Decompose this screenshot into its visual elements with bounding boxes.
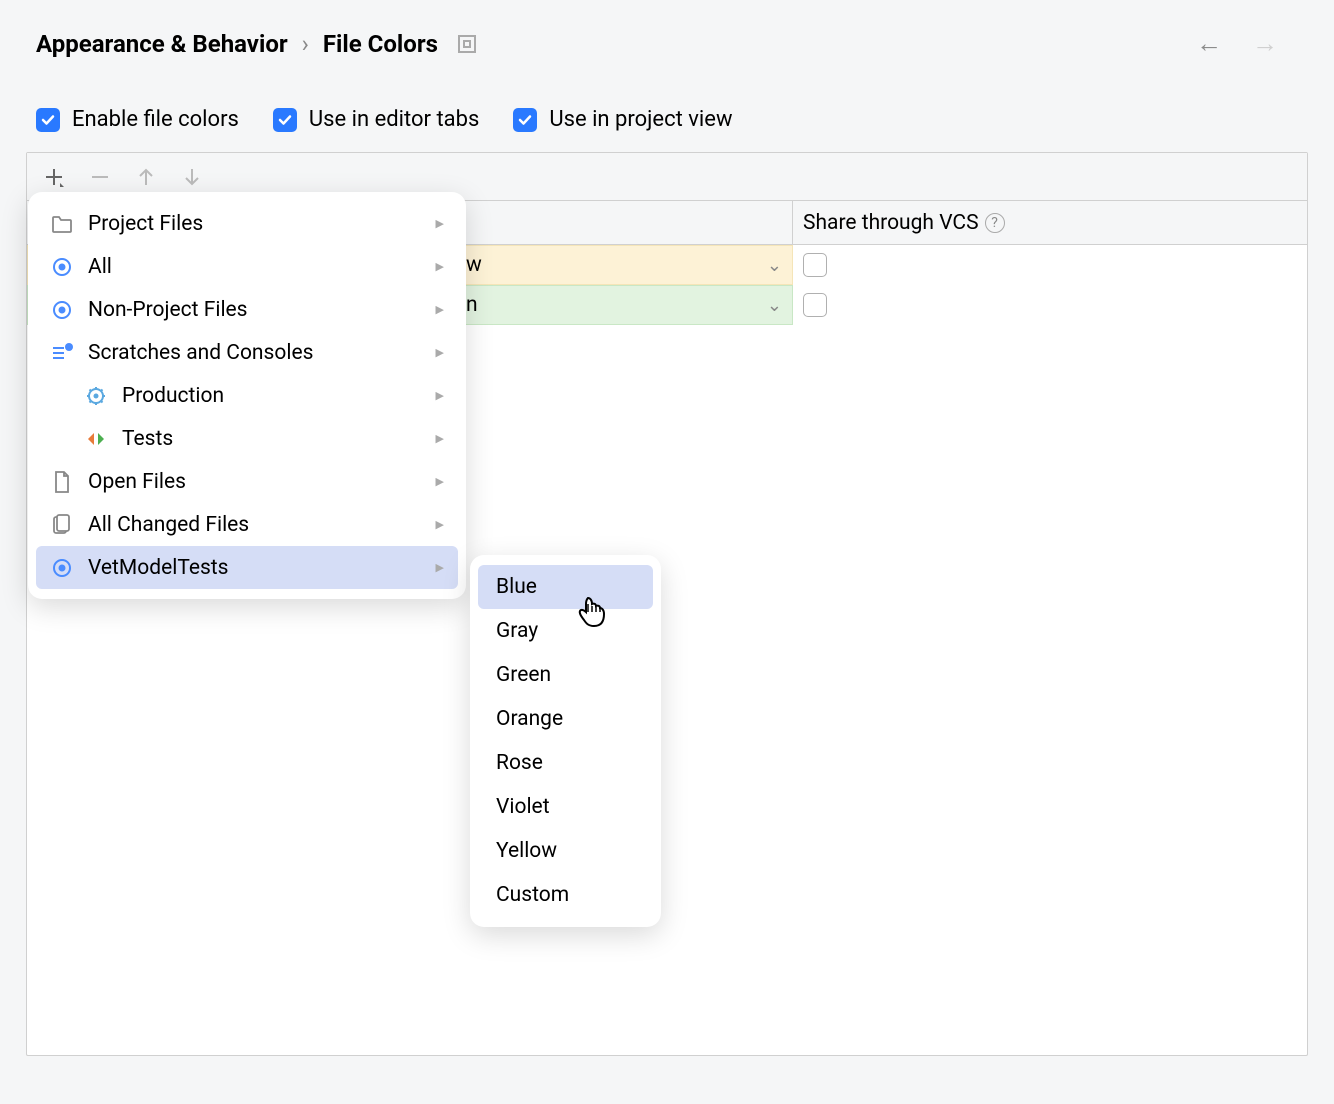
scope-item-project-files[interactable]: Project Files ▶ bbox=[28, 202, 466, 245]
row-text-trail: n bbox=[466, 293, 478, 317]
chevron-right-icon: ▶ bbox=[436, 475, 444, 488]
menu-label: All Changed Files bbox=[88, 513, 249, 537]
color-label: Violet bbox=[496, 795, 550, 819]
scope-item-scratches[interactable]: Scratches and Consoles ▶ bbox=[28, 331, 466, 374]
chevron-down-icon[interactable]: ⌄ bbox=[767, 295, 782, 316]
reset-icon[interactable] bbox=[458, 35, 476, 53]
menu-label: Open Files bbox=[88, 470, 186, 494]
chevron-right-icon: ▶ bbox=[436, 260, 444, 273]
scope-popup-menu: Project Files ▶ All ▶ Non-Project Files … bbox=[28, 192, 466, 599]
breadcrumb-current: File Colors bbox=[323, 30, 438, 58]
color-item-gray[interactable]: Gray bbox=[478, 609, 653, 653]
scope-item-changed-files[interactable]: All Changed Files ▶ bbox=[28, 503, 466, 546]
options-row: Enable file colors Use in editor tabs Us… bbox=[0, 59, 1334, 132]
move-down-button[interactable] bbox=[181, 166, 203, 188]
gear-icon bbox=[84, 384, 108, 408]
color-label: Blue bbox=[496, 575, 537, 599]
breadcrumb: Appearance & Behavior › File Colors bbox=[36, 30, 476, 58]
color-item-orange[interactable]: Orange bbox=[478, 697, 653, 741]
menu-label: VetModelTests bbox=[88, 556, 229, 580]
breadcrumb-parent[interactable]: Appearance & Behavior bbox=[36, 30, 288, 58]
chevron-right-icon: ▶ bbox=[436, 303, 444, 316]
checkbox-checked-icon bbox=[513, 108, 537, 132]
scratches-icon bbox=[50, 341, 74, 365]
target-icon bbox=[50, 298, 74, 322]
move-up-button[interactable] bbox=[135, 166, 157, 188]
chevron-right-icon: ▶ bbox=[436, 346, 444, 359]
checkbox-checked-icon bbox=[273, 108, 297, 132]
back-arrow-icon[interactable]: ← bbox=[1196, 28, 1222, 59]
breadcrumb-sep: › bbox=[302, 30, 309, 58]
chevron-right-icon: ▶ bbox=[436, 389, 444, 402]
chevron-right-icon: ▶ bbox=[436, 518, 444, 531]
color-item-blue[interactable]: Blue bbox=[478, 565, 653, 609]
add-button[interactable] bbox=[43, 166, 65, 188]
color-label: Yellow bbox=[496, 839, 557, 863]
chevron-right-icon: ▶ bbox=[436, 432, 444, 445]
menu-label: Scratches and Consoles bbox=[88, 341, 313, 365]
tests-icon bbox=[84, 427, 108, 451]
file-icon bbox=[50, 470, 74, 494]
color-item-yellow[interactable]: Yellow bbox=[478, 829, 653, 873]
chevron-down-icon[interactable]: ⌄ bbox=[767, 255, 782, 276]
scope-item-non-project[interactable]: Non-Project Files ▶ bbox=[28, 288, 466, 331]
forward-arrow-icon: → bbox=[1252, 28, 1278, 59]
scope-item-production[interactable]: Production ▶ bbox=[28, 374, 466, 417]
folder-icon bbox=[50, 212, 74, 236]
color-submenu: Blue Gray Green Orange Rose Violet Yello… bbox=[470, 555, 661, 927]
menu-label: Production bbox=[122, 384, 224, 408]
enable-file-colors-checkbox[interactable]: Enable file colors bbox=[36, 107, 239, 132]
menu-label: Tests bbox=[122, 427, 173, 451]
checkbox-checked-icon bbox=[36, 108, 60, 132]
color-item-custom[interactable]: Custom bbox=[478, 873, 653, 917]
remove-button[interactable] bbox=[89, 166, 111, 188]
scope-item-open-files[interactable]: Open Files ▶ bbox=[28, 460, 466, 503]
help-icon[interactable]: ? bbox=[985, 213, 1005, 233]
checkbox-label: Use in editor tabs bbox=[309, 107, 479, 132]
share-cell[interactable] bbox=[793, 293, 1307, 317]
menu-label: Non-Project Files bbox=[88, 298, 248, 322]
menu-label: Project Files bbox=[88, 212, 203, 236]
row-text-trail: w bbox=[466, 253, 482, 277]
changed-files-icon bbox=[50, 513, 74, 537]
share-checkbox[interactable] bbox=[803, 293, 827, 317]
color-label: Custom bbox=[496, 883, 569, 907]
settings-header: Appearance & Behavior › File Colors ← → bbox=[0, 0, 1334, 59]
scope-item-tests[interactable]: Tests ▶ bbox=[28, 417, 466, 460]
color-item-green[interactable]: Green bbox=[478, 653, 653, 697]
target-icon bbox=[50, 556, 74, 580]
use-project-view-checkbox[interactable]: Use in project view bbox=[513, 107, 732, 132]
color-item-violet[interactable]: Violet bbox=[478, 785, 653, 829]
share-header-label: Share through VCS bbox=[803, 211, 979, 235]
color-label: Gray bbox=[496, 619, 538, 643]
share-column-header: Share through VCS ? bbox=[793, 201, 1307, 244]
color-label: Rose bbox=[496, 751, 543, 775]
checkbox-label: Enable file colors bbox=[72, 107, 239, 132]
share-cell[interactable] bbox=[793, 253, 1307, 277]
share-checkbox[interactable] bbox=[803, 253, 827, 277]
color-label: Green bbox=[496, 663, 551, 687]
chevron-right-icon: ▶ bbox=[436, 561, 444, 574]
checkbox-label: Use in project view bbox=[549, 107, 732, 132]
scope-item-all[interactable]: All ▶ bbox=[28, 245, 466, 288]
color-label: Orange bbox=[496, 707, 563, 731]
use-editor-tabs-checkbox[interactable]: Use in editor tabs bbox=[273, 107, 479, 132]
nav-arrows: ← → bbox=[1196, 28, 1278, 59]
scope-item-vetmodeltests[interactable]: VetModelTests ▶ bbox=[36, 546, 458, 589]
color-item-rose[interactable]: Rose bbox=[478, 741, 653, 785]
menu-label: All bbox=[88, 255, 112, 279]
chevron-right-icon: ▶ bbox=[436, 217, 444, 230]
target-icon bbox=[50, 255, 74, 279]
